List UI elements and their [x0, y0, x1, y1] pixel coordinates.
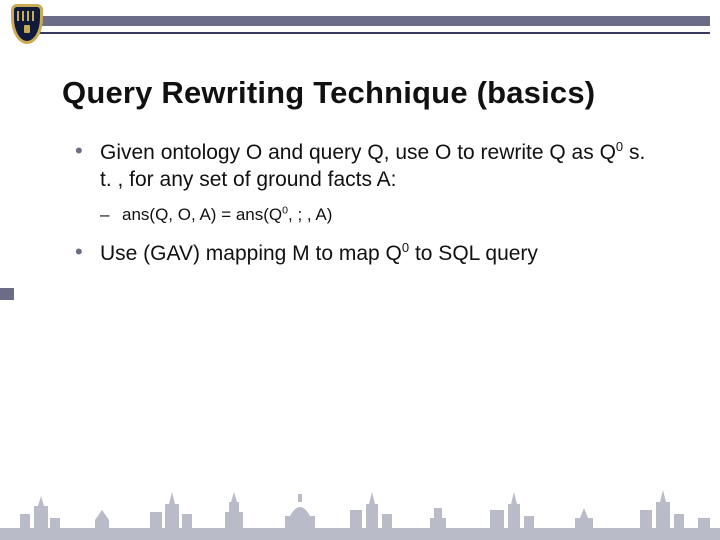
- slide-body: Given ontology O and query Q, use O to r…: [75, 140, 660, 278]
- bullet-level1: Given ontology O and query Q, use O to r…: [75, 140, 660, 194]
- left-accent-block: [0, 288, 14, 300]
- slide-title: Query Rewriting Technique (basics): [62, 75, 680, 111]
- skyline-footer-icon: [0, 484, 720, 540]
- header-underline: [30, 32, 710, 34]
- slide: Query Rewriting Technique (basics) Given…: [0, 0, 720, 540]
- bullet-level1: Use (GAV) mapping M to map Q0 to SQL que…: [75, 241, 660, 268]
- bullet-level2: ans(Q, O, A) = ans(Q0, ; , A): [100, 204, 660, 227]
- university-crest-icon: [7, 0, 47, 48]
- header-accent-bar: [30, 16, 710, 26]
